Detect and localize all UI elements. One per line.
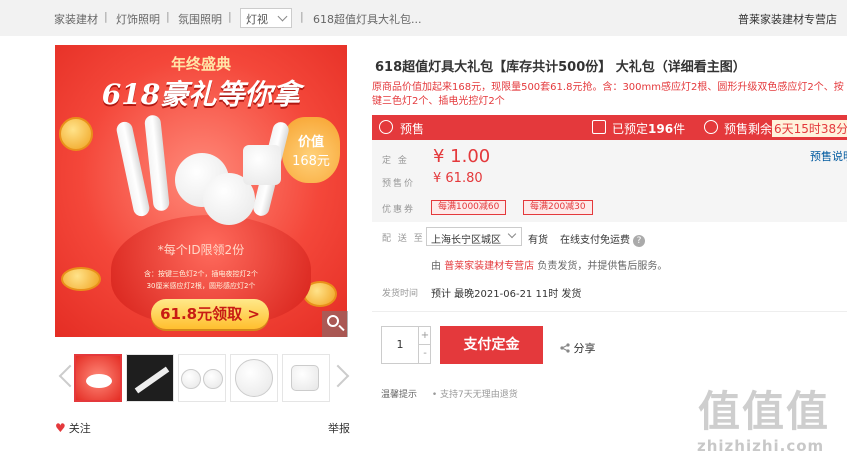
region-select-value: 上海长宁区城区 — [431, 235, 501, 246]
deposit-value: ¥ 1.00 — [433, 146, 491, 167]
thumbnail-5[interactable] — [282, 354, 330, 402]
clock-icon — [704, 120, 718, 134]
presale-price-label: 预售价 — [382, 179, 416, 189]
thumbnail-prev-arrow[interactable] — [58, 362, 70, 390]
share-label: 分享 — [573, 342, 596, 355]
quantity-decrease-button[interactable]: - — [419, 345, 431, 363]
region-select[interactable]: 上海长宁区城区 — [426, 227, 522, 246]
presale-remaining: 预售剩余6天15时38分9 — [724, 120, 847, 137]
coupon-tag[interactable]: 每满200减30 — [523, 200, 593, 215]
watermark-domain: zhizhizhi.com — [697, 437, 825, 455]
breadcrumb-separator: | — [104, 10, 108, 23]
follow-label: 关注 — [68, 422, 91, 435]
gold-coin-icon — [59, 117, 93, 151]
presale-label: 预售 — [400, 122, 425, 136]
breadcrumb-separator: | — [300, 10, 304, 23]
quantity-increase-button[interactable]: + — [419, 327, 431, 345]
divider — [372, 311, 847, 312]
tips-row: 温馨提示 • 支持7天无理由退货 — [381, 387, 518, 400]
image-headline: 618豪礼等你拿 — [101, 78, 301, 111]
coupon-label: 优惠券 — [382, 205, 416, 215]
product-title: 618超值灯具大礼包【库存共计500份】 大礼包（详细看主图） — [375, 60, 746, 75]
pay-deposit-button[interactable]: 支付定金 — [440, 326, 543, 364]
presale-bar: 预售 已预定196件 预售剩余6天15时38分9 — [372, 115, 847, 140]
value-badge: 价值 168元 — [282, 117, 340, 183]
share-icon — [560, 343, 570, 353]
report-link[interactable]: 举报 — [328, 420, 350, 436]
image-limit-text: *每个ID限领2份 — [157, 243, 245, 257]
category-select-value: 灯视 — [246, 13, 268, 26]
button-light-graphic — [243, 145, 281, 185]
coupon-tag[interactable]: 每满1000减60 — [431, 200, 507, 215]
breadcrumb-item[interactable]: 灯饰照明 — [116, 11, 160, 27]
shop-name-link[interactable]: 普莱家装建材专营店 — [738, 11, 837, 27]
watermark-logo: 值值值 — [698, 387, 831, 436]
clock-icon — [379, 120, 393, 134]
ship-time-label: 发货时间 — [382, 289, 419, 299]
breadcrumb-separator: | — [228, 10, 232, 23]
value-badge-label: 价值 — [297, 135, 324, 150]
product-promo-text: 原商品价值加起来168元，现限量500套61.8元抢。含：300mm感应灯2根、… — [372, 82, 844, 107]
presale-price-value: ¥ 61.80 — [433, 171, 483, 186]
breadcrumb: 家装建材 | 灯饰照明 | 氛围照明 | 灯视 | 618超值灯具大礼包... … — [0, 0, 847, 36]
thumbnail-1[interactable] — [74, 354, 122, 402]
category-select[interactable]: 灯视 — [240, 8, 292, 28]
share-button[interactable]: 分享 — [560, 340, 596, 356]
quantity-stepper[interactable]: 1 + - — [381, 326, 431, 364]
image-cta-text: 61.8元领取 > — [151, 299, 269, 329]
ship-time-value: 预计 最晚2021-06-21 11时 发货 — [431, 289, 582, 300]
breadcrumb-item[interactable]: 家装建材 — [54, 11, 98, 27]
service-shop-link[interactable]: 普莱家装建材专营店 — [444, 261, 534, 272]
thumbnail-4[interactable] — [230, 354, 278, 402]
chevron-down-icon — [277, 11, 288, 22]
value-badge-amount: 168元 — [292, 154, 330, 169]
light-tube-graphic — [144, 114, 170, 212]
follow-button[interactable]: ♥ 关注 — [55, 420, 91, 436]
image-festival-text: 年终盛典 — [170, 55, 231, 73]
image-feature-line: 30厘米感应灯2根，圆形感应灯2个 — [146, 282, 256, 290]
heart-icon: ♥ — [55, 421, 66, 435]
tips-value: • 支持7天无理由退货 — [431, 390, 518, 400]
thumbnail-2[interactable] — [126, 354, 174, 402]
calendar-icon — [592, 120, 606, 134]
thumbnail-3[interactable] — [178, 354, 226, 402]
zoom-icon[interactable] — [322, 311, 348, 337]
freight-info: 在线支付免运费? — [560, 231, 645, 247]
quantity-input[interactable]: 1 — [382, 327, 419, 363]
stock-status: 有货 — [528, 235, 548, 246]
main-product-image[interactable]: 年终盛典 618豪礼等你拿 价值 168元 *每个ID限领2份 含：按键三色灯2… — [55, 45, 347, 337]
countdown-timer: 6天15时38分9 — [772, 120, 847, 137]
tips-label: 温馨提示 — [381, 390, 418, 400]
booked-count-text: 已预定196件 — [612, 122, 686, 136]
presale-rules-link[interactable]: 预售说明 — [810, 148, 847, 164]
service-text: 由 普莱家装建材专营店 负责发货，并提供售后服务。 — [431, 261, 668, 272]
chevron-down-icon — [507, 229, 517, 239]
question-icon[interactable]: ? — [633, 235, 645, 247]
image-feature-line: 含：按键三色灯2个，插电夜控灯2个 — [144, 270, 258, 278]
delivery-label: 配 送 至 — [382, 234, 425, 244]
breadcrumb-item[interactable]: 氛围照明 — [178, 11, 222, 27]
breadcrumb-separator: | — [166, 10, 170, 23]
deposit-label: 定 金 — [382, 156, 409, 166]
thumbnail-next-arrow[interactable] — [336, 362, 348, 390]
breadcrumb-current: 618超值灯具大礼包... — [313, 13, 422, 26]
